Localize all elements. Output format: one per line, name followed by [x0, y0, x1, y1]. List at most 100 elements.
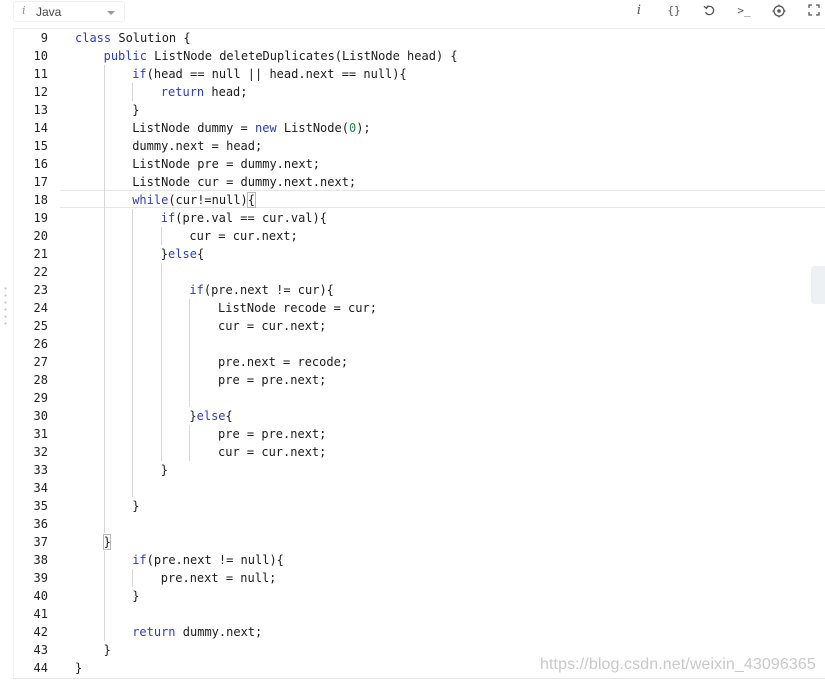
- line-number: 32: [33, 445, 48, 459]
- line-number: 41: [33, 607, 48, 621]
- line-number: 11: [33, 67, 48, 81]
- line-number: 21: [33, 247, 48, 261]
- indent-guide: [103, 245, 105, 263]
- code-token: (pre.next != cur){: [203, 283, 334, 297]
- code-token: }: [189, 409, 197, 423]
- line-number: 42: [33, 625, 48, 639]
- braces-icon[interactable]: {}: [663, 2, 685, 20]
- code-area[interactable]: 9 class Solution {10 public ListNode delet…: [14, 29, 825, 678]
- code-text: cur = cur.next;: [218, 317, 326, 335]
- code-text: class Solution {: [75, 29, 191, 47]
- code-token: pre = pre.next;: [218, 427, 327, 441]
- indent-guide: [160, 443, 162, 461]
- info-icon[interactable]: i: [628, 2, 650, 20]
- indent-guide: [132, 263, 134, 281]
- indent-guide: [103, 389, 105, 407]
- code-line: 24 ListNode recode = cur;: [14, 299, 825, 317]
- code-line: 31 pre = pre.next;: [14, 425, 825, 443]
- indent-guide: [132, 371, 134, 389]
- language-select[interactable]: i Java: [13, 1, 125, 22]
- code-text: pre.next = recode;: [218, 353, 348, 371]
- code-text: pre = pre.next;: [218, 371, 326, 389]
- code-line: 17 ListNode cur = dummy.next.next;: [14, 173, 825, 191]
- indent-guide: [160, 407, 162, 425]
- keyword-token: if: [189, 283, 204, 297]
- code-text: if(pre.next != null){: [132, 551, 284, 569]
- line-number: 43: [33, 643, 48, 657]
- code-token: (pre.val == cur.val){: [175, 211, 327, 225]
- indent-guide: [189, 299, 191, 317]
- indent-guide: [132, 299, 134, 317]
- code-line: 22: [14, 263, 825, 281]
- chevron-down-icon: [107, 11, 115, 15]
- code-editor[interactable]: 9 class Solution {10 public ListNode delet…: [13, 28, 825, 679]
- code-token: {: [225, 409, 233, 423]
- indent-guide: [103, 479, 105, 497]
- indent-guide: [103, 119, 105, 137]
- indent-guide: [103, 335, 105, 353]
- indent-guide: [103, 173, 105, 191]
- code-token: dummy.next = head;: [132, 139, 263, 153]
- code-token: }: [132, 589, 140, 603]
- indent-guide: [103, 299, 105, 317]
- code-token: pre = pre.next;: [218, 373, 327, 387]
- line-number: 26: [33, 337, 48, 351]
- watermark: https://blog.csdn.net/weixin_43096365: [540, 656, 816, 673]
- code-text: if(head == null || head.next == null){: [132, 65, 407, 83]
- line-number: 38: [33, 553, 48, 567]
- indent-guide: [160, 317, 162, 335]
- resize-handle[interactable]: [4, 285, 7, 327]
- indent-guide: [103, 605, 105, 623]
- indent-guide: [103, 65, 105, 83]
- indent-guide: [132, 479, 134, 497]
- code-text: ListNode recode = cur;: [218, 299, 377, 317]
- code-line: 37}: [14, 533, 825, 551]
- indent-guide: [132, 389, 134, 407]
- code-token: ListNode recode = cur;: [218, 301, 377, 315]
- code-line: 15 dummy.next = head;: [14, 137, 825, 155]
- code-token: ListNode deleteDuplicates(ListNode head)…: [146, 49, 458, 63]
- indent-guide: [132, 281, 134, 299]
- code-text: ListNode cur = dummy.next.next;: [132, 173, 356, 191]
- code-token: Solution {: [111, 31, 191, 45]
- code-line: 23 if(pre.next != cur){: [14, 281, 825, 299]
- indent-guide: [132, 335, 134, 353]
- line-number: 17: [33, 175, 48, 189]
- code-text: ListNode dummy = new ListNode(0);: [132, 119, 370, 137]
- indent-guide: [132, 425, 134, 443]
- indent-guide: [103, 209, 105, 227]
- indent-guide: [103, 317, 105, 335]
- line-number: 35: [33, 499, 48, 513]
- code-text: pre.next = null;: [161, 569, 277, 587]
- code-text: return head;: [161, 83, 248, 101]
- language-select-value: Java: [36, 5, 62, 19]
- bracket-match-highlight: [103, 534, 112, 550]
- keyword-token: class: [75, 31, 112, 45]
- indent-guide: [103, 101, 105, 119]
- code-line: 10 public ListNode deleteDuplicates(ListN…: [14, 47, 825, 65]
- line-number: 16: [33, 157, 48, 171]
- code-token: }: [103, 643, 111, 657]
- code-line: 29: [14, 389, 825, 407]
- code-line: 36: [14, 515, 825, 533]
- indent-guide: [189, 353, 191, 371]
- code-token: }: [132, 499, 140, 513]
- code-text: }: [132, 101, 139, 119]
- reset-icon[interactable]: [698, 2, 720, 20]
- line-number: 30: [33, 409, 48, 423]
- code-line: 21}else{: [14, 245, 825, 263]
- fullscreen-icon[interactable]: [803, 2, 825, 20]
- side-panel-tab[interactable]: [811, 266, 825, 304]
- code-text: public ListNode deleteDuplicates(ListNod…: [104, 47, 458, 65]
- code-token: (cur!=null){: [168, 193, 256, 207]
- code-token: }: [160, 247, 169, 261]
- code-token: (head == null || head.next == null){: [146, 67, 407, 81]
- language-info-icon: i: [22, 4, 26, 17]
- code-line: 13}: [14, 101, 825, 119]
- settings-icon[interactable]: [768, 2, 790, 20]
- console-icon[interactable]: >_: [733, 2, 755, 20]
- indent-guide: [132, 245, 134, 263]
- code-text: }: [132, 587, 139, 605]
- keyword-token: new: [255, 121, 277, 135]
- code-token: ListNode cur = dummy.next.next;: [132, 175, 357, 189]
